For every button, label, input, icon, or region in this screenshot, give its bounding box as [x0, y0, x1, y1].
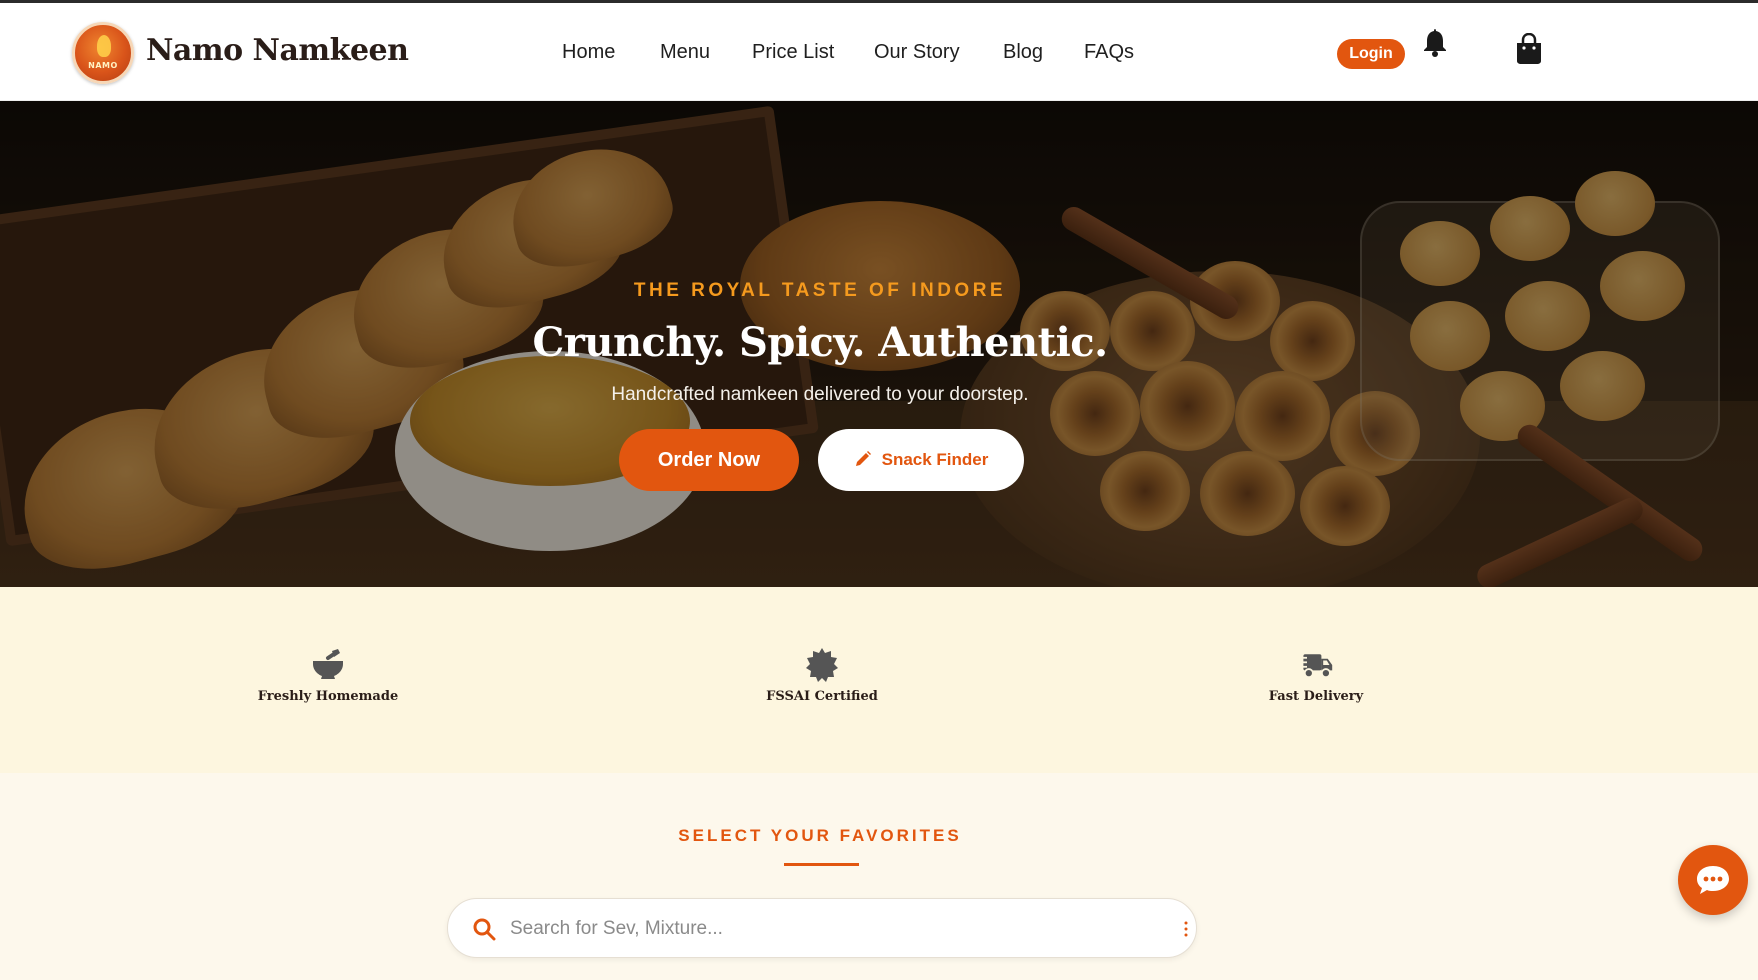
- favorites-section: SELECT YOUR FAVORITES: [0, 773, 1758, 980]
- chat-button[interactable]: [1678, 845, 1748, 915]
- brand-name[interactable]: Namo Namkeen: [146, 33, 409, 68]
- hero-subline: Handcrafted namkeen delivered to your do…: [611, 384, 1029, 405]
- mortar-pestle-icon: [313, 649, 343, 679]
- feature-label: FSSAI Certified: [766, 689, 878, 704]
- hero-content: THE ROYAL TASTE OF INDORE Crunchy. Spicy…: [0, 101, 1640, 587]
- nav-item-faqs[interactable]: FAQs: [1084, 41, 1134, 64]
- snack-finder-button[interactable]: Snack Finder: [818, 429, 1024, 491]
- chat-icon: [1697, 866, 1729, 894]
- order-now-button[interactable]: Order Now: [619, 429, 799, 491]
- hero-tagline: THE ROYAL TASTE OF INDORE: [633, 280, 1007, 301]
- logo-text: NAMO: [88, 61, 118, 70]
- bell-icon[interactable]: [1422, 27, 1448, 57]
- brand-logo[interactable]: NAMO: [72, 22, 134, 84]
- nav-item-home[interactable]: Home: [562, 41, 615, 64]
- feature-freshly-homemade: Freshly Homemade: [208, 647, 448, 704]
- feature-fast-delivery: Fast Delivery: [1196, 647, 1436, 704]
- nav-item-price-list[interactable]: Price List: [752, 41, 834, 64]
- nav-item-menu[interactable]: Menu: [660, 41, 710, 64]
- nav-item-blog[interactable]: Blog: [1003, 41, 1043, 64]
- favorites-underline: [784, 863, 859, 866]
- feature-label: Freshly Homemade: [257, 689, 399, 704]
- logo-emblem: [97, 35, 111, 57]
- hero-headline: Crunchy. Spicy. Authentic.: [532, 319, 1108, 366]
- features-strip: Freshly Homemade FSSAI Certified Fast De…: [0, 587, 1758, 773]
- search-input[interactable]: [510, 913, 1150, 945]
- feature-fssai-certified: FSSAI Certified: [702, 647, 942, 704]
- certificate-icon: [806, 648, 838, 682]
- shopping-bag-icon[interactable]: [1515, 33, 1543, 65]
- feature-label: Fast Delivery: [1268, 689, 1364, 704]
- more-options-icon[interactable]: [1184, 921, 1188, 937]
- favorites-title: SELECT YOUR FAVORITES: [678, 826, 962, 845]
- login-button[interactable]: Login: [1337, 39, 1405, 69]
- snack-finder-label: Snack Finder: [881, 450, 989, 469]
- hero-section: THE ROYAL TASTE OF INDORE Crunchy. Spicy…: [0, 101, 1758, 587]
- site-header: NAMO Namo Namkeen Home Menu Price List O…: [0, 3, 1758, 101]
- search-icon[interactable]: [472, 917, 496, 941]
- pencil-icon: [855, 450, 871, 466]
- nav-item-our-story[interactable]: Our Story: [874, 41, 960, 64]
- search-bar: [447, 898, 1197, 958]
- shipping-fast-icon: [1298, 654, 1333, 679]
